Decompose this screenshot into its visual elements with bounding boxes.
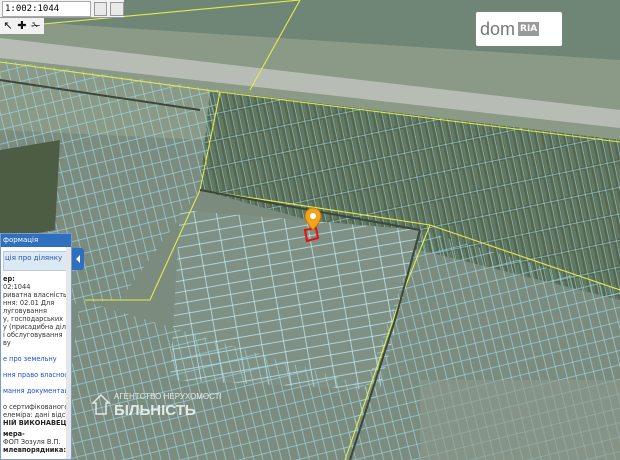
house-icon — [92, 394, 110, 415]
info-line: у (присадибна ділянка) — [3, 323, 71, 331]
info-line: у, господарських — [3, 315, 64, 323]
watermark-line1: АГЕНТСТВО НЕРУХОМОСТІ — [114, 392, 222, 401]
land-info-link[interactable]: е про земельну — [1, 355, 71, 363]
cadastral-map[interactable] — [0, 0, 620, 460]
section-label: ція про ділянку — [5, 254, 63, 262]
logo-dom-text: dom — [480, 18, 516, 39]
map-tools: ↖ ✚ ✁ — [0, 18, 44, 34]
forest-strip — [0, 140, 60, 240]
cadastral-number-input[interactable]: 1:002:1044 — [2, 0, 91, 17]
documentation-link[interactable]: мання документації із — [1, 387, 71, 395]
info-line: о сертифікованого — [3, 403, 69, 411]
info-line: риватна власність — [3, 291, 67, 299]
parcel-info-section[interactable]: ція про ділянку — [3, 251, 69, 271]
measure-icon[interactable]: ✁ — [30, 19, 42, 33]
collapse-panel-button[interactable] — [72, 248, 84, 270]
info-line: луговування — [3, 307, 47, 315]
watermark-line2: БІЛЬНІСТЬ — [114, 402, 196, 419]
panel-scrollbar[interactable] — [66, 247, 71, 459]
logo-ria-text: RIA — [518, 22, 540, 36]
watermark: АГЕНТСТВО НЕРУХОМОСТІ БІЛЬНІСТЬ — [92, 392, 222, 428]
search-button[interactable] — [93, 1, 108, 16]
info-line: млевпорядника: — [3, 446, 66, 454]
pointer-icon[interactable]: ↖ — [2, 19, 14, 33]
identify-icon[interactable]: ✚ — [16, 19, 28, 33]
clear-button[interactable] — [110, 1, 125, 16]
ownership-link[interactable]: ння право власності та — [1, 371, 71, 379]
info-line: ння: 02.01 Для — [3, 299, 55, 307]
info-line: мера- — [3, 430, 25, 438]
village-houses — [420, 380, 620, 460]
info-line: і обслуговування — [3, 331, 63, 339]
info-line: НІЙ ВИКОНАВЕЦЬ — [3, 419, 71, 427]
info-line: ву — [3, 339, 11, 347]
domria-logo: dom RIA — [476, 12, 562, 46]
info-line: ФОП Зозуля В.П. — [3, 438, 61, 446]
top-toolbar: 1:002:1044 — [0, 0, 125, 18]
info-line: елеміра: дані відсутні — [3, 411, 71, 419]
info-panel: формація ція про ділянку ер: 02:1044 рив… — [0, 233, 72, 460]
chevron-left-icon — [76, 255, 80, 263]
info-line: 02:1044 — [3, 283, 31, 291]
info-line: ер: — [3, 275, 15, 283]
info-panel-title: формація — [1, 234, 71, 247]
